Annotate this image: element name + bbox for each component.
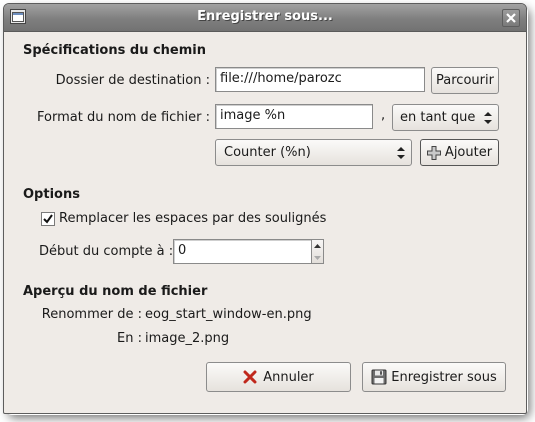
close-button[interactable] (502, 9, 520, 27)
cancel-button-label: Annuler (263, 369, 314, 385)
checkmark-icon (43, 214, 53, 224)
token-combo[interactable]: Counter (%n) (215, 139, 412, 166)
save-as-button-label: Enregistrer sous (391, 369, 497, 385)
counter-start-input[interactable]: 0 (173, 239, 312, 264)
title-bar[interactable]: Enregistrer sous... (4, 4, 526, 32)
dest-folder-label: Dossier de destination : (55, 73, 210, 88)
filename-format-input[interactable]: image %n (215, 104, 373, 129)
add-button-label: Ajouter (444, 145, 493, 160)
options-heading: Options (23, 187, 80, 202)
path-spec-heading: Spécifications du chemin (23, 43, 207, 58)
preview-heading: Aperçu du nom de fichier (23, 284, 208, 299)
save-as-button[interactable]: Enregistrer sous (362, 362, 506, 392)
floppy-disk-icon (371, 369, 387, 385)
cancel-button[interactable]: Annuler (206, 362, 351, 392)
spin-up-icon[interactable] (312, 241, 323, 252)
counter-start-label: Début du compte à : (39, 244, 174, 259)
save-as-dialog: Enregistrer sous... Spécifications du ch… (3, 3, 527, 414)
plus-icon (426, 145, 441, 160)
browse-button[interactable]: Parcourir (431, 67, 499, 94)
dest-folder-input[interactable]: file:///home/parozc (215, 67, 425, 92)
rename-from-value: eog_start_window-en.png (145, 307, 312, 322)
filename-format-label: Format du nom de fichier : (37, 110, 210, 125)
window-title: Enregistrer sous... (197, 9, 333, 24)
rename-to-value: image_2.png (145, 331, 230, 346)
add-button[interactable]: Ajouter (420, 139, 499, 166)
rename-from-label: Renommer de : (41, 307, 142, 322)
counter-spin-buttons[interactable] (312, 239, 324, 264)
combo-arrows-icon (397, 147, 405, 159)
separator-comma: , (381, 108, 386, 123)
browse-button-label: Parcourir (436, 73, 494, 88)
replace-spaces-checkbox[interactable] (41, 212, 55, 226)
as-combo-value: en tant que (400, 110, 476, 125)
as-combo[interactable]: en tant que (392, 104, 499, 131)
spin-down-icon[interactable] (312, 252, 323, 263)
cancel-x-icon (243, 370, 257, 384)
close-icon (506, 13, 516, 23)
replace-spaces-label[interactable]: Remplacer les espaces par des soulignés (59, 211, 326, 226)
rename-to-label: En : (117, 331, 142, 346)
combo-arrows-icon (484, 112, 492, 124)
token-combo-value: Counter (%n) (224, 145, 311, 160)
